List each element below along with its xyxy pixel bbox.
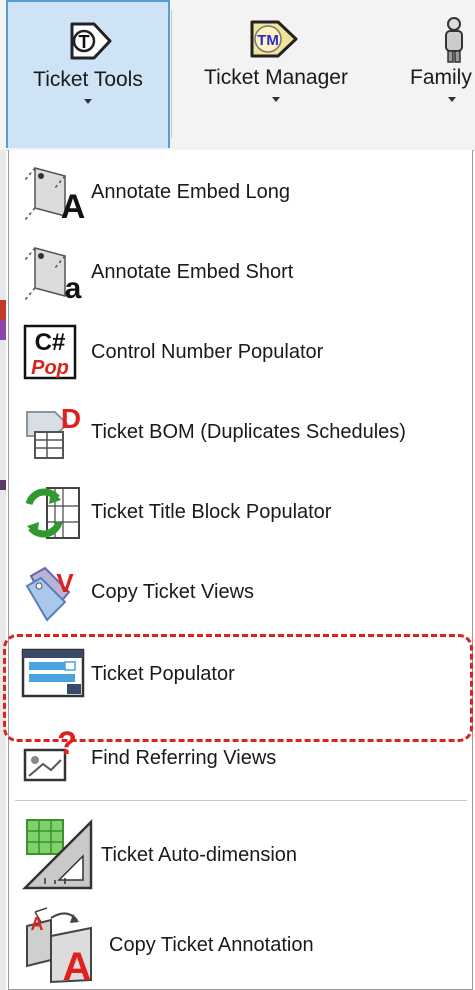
svg-text:A: A — [63, 945, 92, 984]
menu-item-label: Ticket Title Block Populator — [91, 501, 332, 523]
ribbon-toolbar: T Ticket Tools TM Ticket Manager Family — [0, 0, 475, 151]
copy-ticket-annotation-icon: A A — [21, 906, 107, 984]
menu-item-ticket-auto-dimension[interactable]: Ticket Auto-dimension — [9, 812, 472, 898]
svg-text:a: a — [65, 272, 82, 302]
edge-mark — [0, 300, 6, 320]
ribbon-button-label: Ticket Tools — [33, 68, 143, 91]
ticket-t-icon: T — [64, 18, 114, 69]
menu-item-ticket-bom[interactable]: D Ticket BOM (Duplicates Schedules) — [9, 392, 472, 472]
chevron-down-icon — [448, 97, 456, 102]
menu-item-ticket-populator[interactable]: Ticket Populator — [9, 634, 472, 714]
family-icon — [440, 16, 475, 69]
svg-text:D: D — [61, 403, 81, 434]
svg-text:V: V — [56, 568, 74, 598]
find-referring-views-icon: ? — [21, 728, 85, 788]
menu-item-label: Annotate Embed Long — [91, 181, 291, 203]
edge-mark — [0, 320, 6, 340]
ticket-auto-dimension-icon — [21, 818, 101, 890]
family-button[interactable]: Family — [390, 0, 475, 148]
menu-item-ticket-title-block-populator[interactable]: Ticket Title Block Populator — [9, 472, 472, 552]
annotate-embed-short-icon: a — [21, 242, 85, 302]
control-number-populator-icon: C# Pop — [21, 322, 85, 382]
title-block-populator-icon — [21, 482, 85, 542]
menu-item-label: Find Referring Views — [91, 747, 277, 769]
ticket-populator-icon — [21, 644, 85, 704]
ticket-tm-icon: TM — [246, 16, 302, 67]
svg-text:A: A — [31, 914, 44, 934]
copy-ticket-views-icon: V — [21, 562, 85, 622]
ribbon-button-label: Ticket Manager — [204, 66, 348, 89]
menu-item-annotate-embed-long[interactable]: A Annotate Embed Long — [9, 152, 472, 232]
menu-item-control-number-populator[interactable]: C# Pop Control Number Populator — [9, 312, 472, 392]
menu-item-annotate-embed-short[interactable]: a Annotate Embed Short — [9, 232, 472, 312]
ticket-bom-icon: D — [21, 402, 85, 462]
menu-item-label: Ticket Populator — [91, 663, 235, 685]
svg-text:A: A — [61, 188, 85, 222]
menu-item-label: Ticket Auto-dimension — [101, 844, 298, 866]
chevron-down-icon — [84, 99, 92, 104]
edge-mark — [0, 480, 6, 490]
background-window-edge — [0, 150, 6, 990]
ribbon-button-label: Family — [410, 66, 472, 89]
chevron-down-icon — [272, 97, 280, 102]
menu-item-copy-ticket-views[interactable]: V Copy Ticket Views — [9, 552, 472, 632]
svg-text:?: ? — [57, 728, 77, 761]
ticket-manager-button[interactable]: TM Ticket Manager — [172, 0, 380, 148]
svg-text:T: T — [79, 32, 90, 52]
menu-item-label: Ticket BOM (Duplicates Schedules) — [91, 421, 406, 443]
menu-item-find-referring-views[interactable]: ? Find Referring Views — [9, 718, 472, 798]
menu-item-copy-ticket-annotation[interactable]: A A Copy Ticket Annotation — [9, 902, 472, 988]
svg-text:TM: TM — [257, 32, 279, 49]
menu-item-label: Copy Ticket Views — [91, 581, 255, 603]
menu-item-label: Annotate Embed Short — [91, 261, 294, 283]
menu-item-label: Control Number Populator — [91, 341, 324, 363]
menu-divider — [15, 800, 467, 801]
annotate-embed-long-icon: A — [21, 162, 85, 222]
ticket-tools-button[interactable]: T Ticket Tools — [6, 0, 170, 148]
svg-text:C#: C# — [35, 329, 66, 356]
menu-item-label: Copy Ticket Annotation — [109, 934, 314, 956]
svg-text:Pop: Pop — [31, 357, 69, 379]
ticket-tools-dropdown-menu: A Annotate Embed Long a Annotate Embed S… — [8, 150, 473, 990]
